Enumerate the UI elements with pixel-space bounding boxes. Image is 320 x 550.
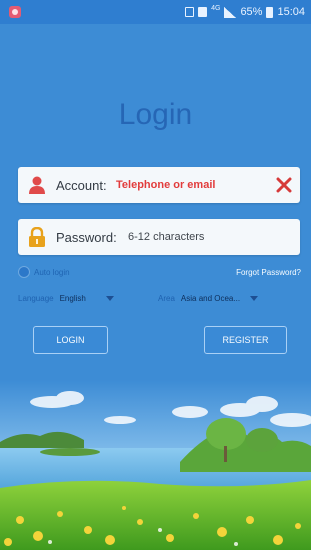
- signal-icon: [224, 6, 237, 18]
- battery-percent: 65%: [240, 6, 263, 18]
- landscape-background: [0, 380, 311, 550]
- language-value: English: [59, 294, 86, 303]
- user-icon: [29, 176, 45, 194]
- login-button[interactable]: LOGIN: [33, 326, 108, 354]
- status-time: 15:04: [277, 6, 305, 18]
- account-placeholder: Telephone or email: [116, 179, 216, 191]
- close-icon[interactable]: [276, 176, 292, 194]
- account-input[interactable]: Account: Telephone or email: [18, 167, 300, 203]
- page-title: Login: [118, 98, 193, 131]
- area-value: Asia and Ocea...: [180, 294, 241, 303]
- network-type-label: 4G: [211, 4, 221, 12]
- account-label: Account:: [56, 178, 107, 193]
- screenshot-icon: [185, 7, 195, 17]
- auto-login-option[interactable]: Auto login: [18, 266, 70, 278]
- register-button[interactable]: REGISTER: [204, 326, 287, 354]
- status-indicators: 4G 65% 15:04: [185, 5, 305, 19]
- app-notification-icon: [9, 6, 21, 18]
- forgot-password-link[interactable]: Forgot Password?: [236, 268, 301, 277]
- language-label: Language: [18, 294, 54, 303]
- area-selector[interactable]: Area Asia and Ocea...: [158, 294, 259, 303]
- login-screen: 4G 65% 15:04 Login Account: Telephone or…: [0, 0, 311, 550]
- language-selector[interactable]: Language English: [18, 294, 114, 303]
- sim-icon: [198, 7, 208, 17]
- area-label: Area: [158, 294, 175, 303]
- password-input[interactable]: Password: 6-12 characters: [18, 219, 300, 255]
- password-placeholder: 6-12 characters: [128, 231, 205, 243]
- battery-icon: [266, 6, 274, 18]
- lock-icon: [29, 227, 45, 247]
- status-bar: 4G 65% 15:04: [0, 0, 311, 24]
- auto-login-radio[interactable]: [18, 266, 30, 278]
- auto-login-label: Auto login: [34, 267, 70, 277]
- chevron-down-icon: [105, 296, 114, 301]
- password-label: Password:: [56, 230, 117, 245]
- chevron-down-icon: [250, 296, 259, 301]
